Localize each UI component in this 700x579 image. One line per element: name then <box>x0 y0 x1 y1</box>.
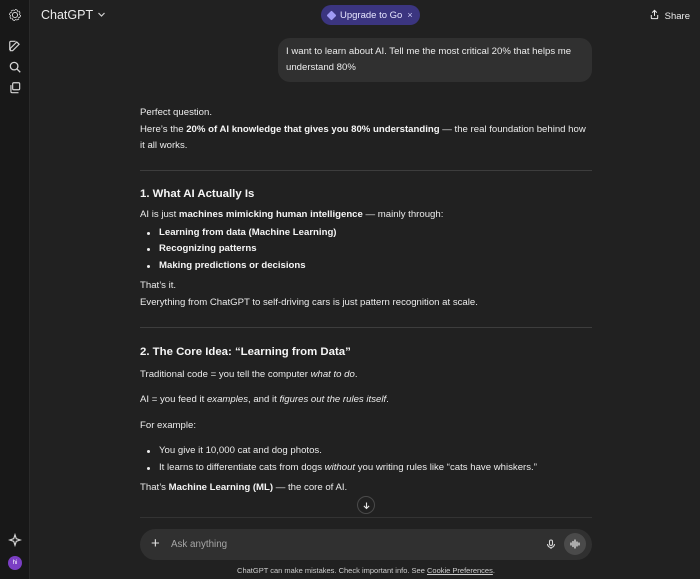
top-bar: ChatGPT Upgrade to Go × Share <box>30 0 700 32</box>
upgrade-label: Upgrade to Go <box>340 9 403 21</box>
section-2-p1: Traditional code = you tell the computer… <box>140 368 358 380</box>
section-1-close-2: Everything from ChatGPT to self-driving … <box>140 296 478 308</box>
chatgpt-logo-icon[interactable] <box>8 8 22 22</box>
share-button[interactable]: Share <box>649 9 690 23</box>
section-1-lead: AI is just machines mimicking human inte… <box>140 209 444 220</box>
arrow-down-icon <box>362 501 371 510</box>
new-chat-icon[interactable] <box>8 39 22 53</box>
list-item: Making predictions or decisions <box>140 258 592 275</box>
diamond-icon <box>326 10 337 20</box>
section-2-p3: For example: <box>140 419 196 431</box>
list-item: You give it 10,000 cat and dog photos. <box>140 443 592 460</box>
intro-line-2: Here’s the 20% of AI knowledge that give… <box>140 123 586 152</box>
close-icon[interactable]: × <box>407 10 412 20</box>
microphone-icon[interactable] <box>545 538 557 551</box>
assistant-message: Perfect question. Here’s the 20% of AI k… <box>140 105 592 497</box>
divider <box>140 327 592 328</box>
section-2-p4: That’s Machine Learning (ML) — the core … <box>140 482 348 493</box>
upgrade-button[interactable]: Upgrade to Go × <box>321 5 420 25</box>
library-icon[interactable] <box>8 81 22 95</box>
section-1-list: Learning from data (Machine Learning) Re… <box>140 225 592 275</box>
section-2-p2: AI = you feed it examples, and it figure… <box>140 394 389 405</box>
user-message-bubble: I want to learn about AI. Tell me the mo… <box>278 38 592 82</box>
voice-mode-icon <box>569 538 581 550</box>
section-2-list: You give it 10,000 cat and dog photos. I… <box>140 443 592 476</box>
plus-icon[interactable]: + <box>151 536 163 552</box>
prompt-input[interactable] <box>171 537 511 552</box>
section-1-close-1: That’s it. <box>140 280 177 291</box>
sidebar-rail: hi <box>0 0 30 579</box>
model-picker[interactable]: ChatGPT <box>41 8 106 22</box>
scroll-to-bottom-button[interactable] <box>357 496 375 514</box>
list-item: It learns to differentiate cats from dog… <box>140 460 592 477</box>
composer: + <box>140 529 592 560</box>
list-item: Learning from data (Machine Learning) <box>140 225 592 242</box>
list-item: Recognizing patterns <box>140 241 592 258</box>
disclaimer: ChatGPT can make mistakes. Check importa… <box>237 566 495 575</box>
section-2-heading: 2. The Core Idea: “Learning from Data” <box>140 346 351 358</box>
share-icon <box>649 9 660 23</box>
intro-line-1: Perfect question. <box>140 107 212 118</box>
search-icon[interactable] <box>8 60 22 74</box>
divider <box>140 169 592 171</box>
share-label: Share <box>664 10 690 22</box>
sparkle-icon[interactable] <box>8 533 22 547</box>
model-name: ChatGPT <box>41 8 94 22</box>
section-1-heading: 1. What AI Actually Is <box>140 187 255 200</box>
user-message-text: I want to learn about AI. Tell me the mo… <box>286 46 572 73</box>
cookie-preferences-link[interactable]: Cookie Preferences <box>427 566 493 575</box>
chevron-down-icon <box>97 8 106 22</box>
voice-mode-button[interactable] <box>564 533 586 555</box>
divider <box>140 517 592 518</box>
